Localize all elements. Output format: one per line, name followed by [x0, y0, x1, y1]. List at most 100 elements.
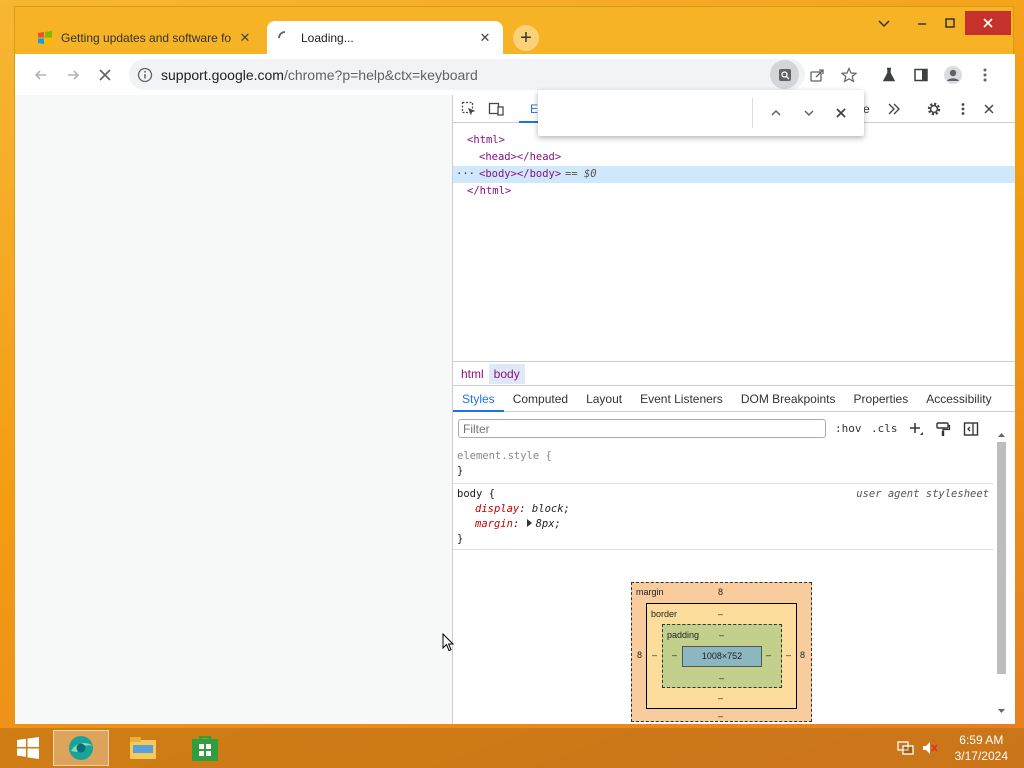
stop-loading-button[interactable] [93, 63, 117, 87]
tab-styles[interactable]: Styles [453, 387, 504, 412]
dom-node-head[interactable]: <head></head> [453, 149, 1015, 166]
scroll-down-arrow-icon[interactable] [995, 706, 1008, 716]
start-button[interactable] [0, 730, 56, 766]
profile-button[interactable] [941, 63, 965, 87]
cls-toggle[interactable]: .cls [871, 422, 898, 435]
box-model-margin-left[interactable]: 8 [637, 650, 642, 660]
dom-node-html-close[interactable]: </html> [453, 183, 1015, 200]
tab-computed[interactable]: Computed [504, 387, 577, 412]
prop-name: margin [475, 518, 513, 530]
site-info-icon[interactable] [137, 67, 153, 83]
taskbar-app-store[interactable] [177, 730, 233, 766]
bookmark-button[interactable] [837, 63, 861, 87]
box-model-padding-right[interactable]: – [766, 650, 771, 660]
breadcrumb-html[interactable]: html [456, 364, 489, 384]
scrollbar-thumb[interactable] [997, 442, 1006, 674]
element-style-selector: element.style { [457, 450, 552, 462]
share-icon [810, 69, 824, 82]
minimize-icon [918, 23, 926, 25]
devtools-settings-button[interactable] [925, 100, 943, 118]
tab-properties[interactable]: Properties [845, 387, 918, 412]
devtools-close-button[interactable] [980, 100, 998, 118]
extension-button[interactable] [877, 63, 901, 87]
rule-close-brace: } [457, 465, 464, 477]
device-toolbar-button[interactable] [487, 100, 505, 118]
chevron-down-icon [878, 20, 890, 28]
rule-close-brace: } [457, 533, 464, 545]
dom-node-text: <html> [467, 134, 505, 146]
box-model-padding-top[interactable]: – [719, 630, 724, 640]
new-style-rule-button[interactable] [908, 421, 924, 437]
box-model-padding-bottom[interactable]: – [719, 673, 724, 683]
hov-toggle[interactable]: :hov [835, 422, 862, 435]
tab-search-button[interactable] [869, 11, 899, 35]
css-property-display[interactable]: display: block; [457, 502, 993, 517]
body-style-rule[interactable]: user agent stylesheet body { display: bl… [453, 484, 993, 550]
back-button[interactable] [29, 63, 53, 87]
box-model-margin-top[interactable]: 8 [718, 587, 723, 597]
taskbar-app-file-explorer[interactable] [115, 730, 171, 766]
box-model-border-right[interactable]: – [786, 650, 791, 660]
expand-triangle-icon[interactable] [526, 519, 532, 527]
find-bar [538, 90, 864, 136]
devtools-menu-button[interactable] [954, 100, 972, 118]
tab-close-icon[interactable]: ✕ [237, 30, 253, 46]
box-model-border-top[interactable]: – [718, 609, 723, 619]
browser-app-icon [69, 736, 93, 760]
tab-accessibility[interactable]: Accessibility [917, 387, 1000, 412]
store-icon [192, 736, 218, 761]
breadcrumb-body[interactable]: body [488, 363, 525, 384]
tab-layout[interactable]: Layout [577, 387, 631, 412]
find-close-button[interactable] [831, 103, 851, 123]
network-icon[interactable] [897, 740, 915, 756]
share-button[interactable] [805, 63, 829, 87]
box-model-border[interactable]: border – – – – padding – – – – 1008×752 [646, 603, 797, 709]
find-input[interactable] [548, 100, 748, 126]
tab-loading[interactable]: Loading... ✕ [267, 21, 503, 54]
box-model-padding-left[interactable]: – [672, 650, 677, 660]
side-panel-button[interactable] [909, 63, 933, 87]
box-model-margin-bottom[interactable]: – [718, 711, 723, 721]
tab-clipped[interactable]: e [863, 102, 870, 116]
box-model-border-left[interactable]: – [652, 650, 657, 660]
minimize-button[interactable] [907, 11, 937, 35]
box-model-padding[interactable]: padding – – – – 1008×752 [662, 624, 782, 688]
more-tabs-button[interactable] [885, 100, 903, 118]
new-tab-button[interactable]: + [513, 25, 539, 51]
styles-filter-input[interactable] [458, 419, 826, 438]
tab-event-listeners[interactable]: Event Listeners [631, 387, 732, 412]
box-model-content[interactable]: 1008×752 [682, 646, 762, 667]
tab-dom-breakpoints[interactable]: DOM Breakpoints [732, 387, 845, 412]
tab-close-icon[interactable]: ✕ [477, 30, 493, 46]
taskbar-app-browser[interactable] [53, 730, 109, 766]
dom-node-body[interactable]: ··· <body></body> == $0 [453, 166, 1015, 183]
css-property-margin[interactable]: margin: 8px; [457, 517, 993, 532]
rendering-emulation-button[interactable] [935, 421, 951, 437]
volume-muted-icon[interactable] [921, 740, 939, 756]
rule-source[interactable]: user agent stylesheet [856, 487, 989, 502]
element-style-rule[interactable]: element.style { } [453, 446, 993, 484]
box-model-margin-right[interactable]: 8 [800, 650, 805, 660]
box-model-margin[interactable]: margin 8 8 8 – border – – – – padding – … [631, 582, 812, 722]
find-previous-button[interactable] [766, 103, 786, 123]
close-window-button[interactable] [965, 11, 1011, 35]
page-content[interactable] [15, 95, 452, 724]
toggle-sidebar-button[interactable] [963, 421, 979, 437]
node-actions-icon[interactable]: ··· [456, 166, 475, 183]
tab-getting-updates[interactable]: Getting updates and software fo ✕ [27, 21, 263, 54]
styles-scrollbar[interactable] [995, 430, 1008, 720]
address-bar[interactable]: support.google.com/chrome?p=help&ctx=key… [129, 59, 805, 90]
maximize-button[interactable] [935, 11, 965, 35]
forward-button[interactable] [61, 63, 85, 87]
box-model-border-bottom[interactable]: – [718, 693, 723, 703]
inspect-element-button[interactable] [460, 100, 478, 118]
browser-menu-button[interactable] [973, 63, 997, 87]
find-in-page-button[interactable] [770, 60, 799, 89]
taskbar-clock[interactable]: 6:59 AM 3/17/2024 [955, 732, 1008, 764]
browser-toolbar: support.google.com/chrome?p=help&ctx=key… [15, 54, 1015, 95]
tab-title: Getting updates and software fo [61, 30, 232, 45]
find-next-button[interactable] [799, 103, 819, 123]
arrow-right-icon [68, 70, 80, 80]
side-panel-icon [914, 68, 928, 82]
scroll-up-arrow-icon[interactable] [995, 430, 1008, 440]
